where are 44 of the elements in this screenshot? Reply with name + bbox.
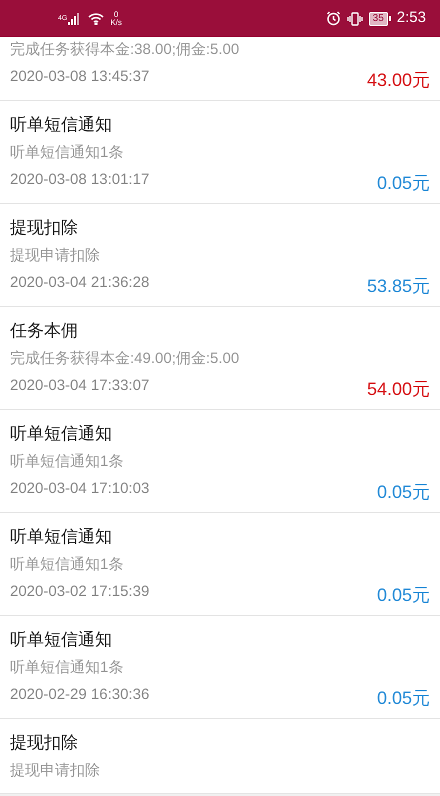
transaction-description: 听单短信通知1条 bbox=[10, 142, 124, 163]
transaction-row[interactable]: 听单短信通知 听单短信通知1条 2020-02-29 16:30:36 0.05元 bbox=[0, 616, 440, 719]
transaction-title: 提现扣除 bbox=[10, 217, 79, 240]
transaction-description: 完成任务获得本金:38.00;佣金:5.00 bbox=[10, 40, 240, 60]
clock-time: 2:53 bbox=[396, 8, 426, 28]
transaction-amount: 0.05元 bbox=[376, 686, 430, 710]
speed-unit: K/s bbox=[110, 18, 122, 26]
transaction-time: 2020-03-04 17:10:03 bbox=[10, 478, 150, 499]
vibrate-icon bbox=[346, 12, 363, 26]
transaction-amount: 0.05元 bbox=[376, 480, 430, 504]
transaction-description: 完成任务获得本金:49.00;佣金:5.00 bbox=[10, 348, 240, 369]
transaction-row[interactable]: 完成任务获得本金:38.00;佣金:5.00 2020-03-08 13:45:37 43.00元 bbox=[0, 37, 440, 101]
transaction-amount: 43.00元 bbox=[366, 68, 430, 92]
transaction-amount: 0.05元 bbox=[376, 172, 430, 194]
transaction-row[interactable]: 任务本佣 完成任务获得本金:49.00;佣金:5.00 2020-03-04 17:33:07 54.00元 bbox=[0, 307, 440, 410]
transaction-description: 提现申请扣除 bbox=[10, 246, 101, 266]
transaction-time: 2020-03-08 13:01:17 bbox=[10, 170, 150, 190]
alarm-icon bbox=[326, 11, 341, 26]
transaction-description: 听单短信通知1条 bbox=[10, 554, 124, 575]
transaction-row[interactable]: 提现扣除 提现申请扣除 bbox=[0, 719, 440, 794]
transaction-title: 听单短信通知 bbox=[10, 423, 113, 446]
transaction-time: 2020-02-29 16:30:36 bbox=[10, 684, 150, 705]
transaction-row[interactable]: 提现扣除 提现申请扣除 2020-03-04 21:36:28 53.85元 bbox=[0, 204, 440, 307]
transaction-time: 2020-03-08 13:45:37 bbox=[10, 66, 150, 87]
transaction-row[interactable]: 听单短信通知 听单短信通知1条 2020-03-08 13:01:17 0.05元 bbox=[0, 101, 440, 204]
transaction-row[interactable]: 听单短信通知 听单短信通知1条 2020-03-04 17:10:03 0.05元 bbox=[0, 410, 440, 513]
transaction-amount: 53.85元 bbox=[366, 274, 430, 298]
transaction-amount: 54.00元 bbox=[366, 378, 430, 400]
speed-value: 0 bbox=[114, 10, 118, 18]
battery-indicator: 35 bbox=[368, 12, 391, 26]
transaction-title: 提现扣除 bbox=[10, 732, 79, 754]
transaction-description: 提现申请扣除 bbox=[10, 760, 101, 781]
transaction-description: 听单短信通知1条 bbox=[10, 658, 124, 678]
transaction-title: 听单短信通知 bbox=[10, 114, 113, 136]
transaction-time: 2020-03-04 17:33:07 bbox=[10, 376, 150, 396]
transaction-amount: 0.05元 bbox=[376, 584, 430, 606]
transaction-title: 听单短信通知 bbox=[10, 629, 113, 652]
transaction-description: 听单短信通知1条 bbox=[10, 452, 124, 472]
wifi-icon bbox=[88, 12, 104, 25]
transaction-time: 2020-03-04 21:36:28 bbox=[10, 272, 150, 293]
transaction-time: 2020-03-02 17:15:39 bbox=[10, 582, 150, 602]
transaction-title: 任务本佣 bbox=[10, 320, 79, 342]
transaction-row[interactable]: 听单短信通知 听单短信通知1条 2020-03-02 17:15:39 0.05元 bbox=[0, 513, 440, 616]
transaction-title: 听单短信通知 bbox=[10, 526, 113, 548]
